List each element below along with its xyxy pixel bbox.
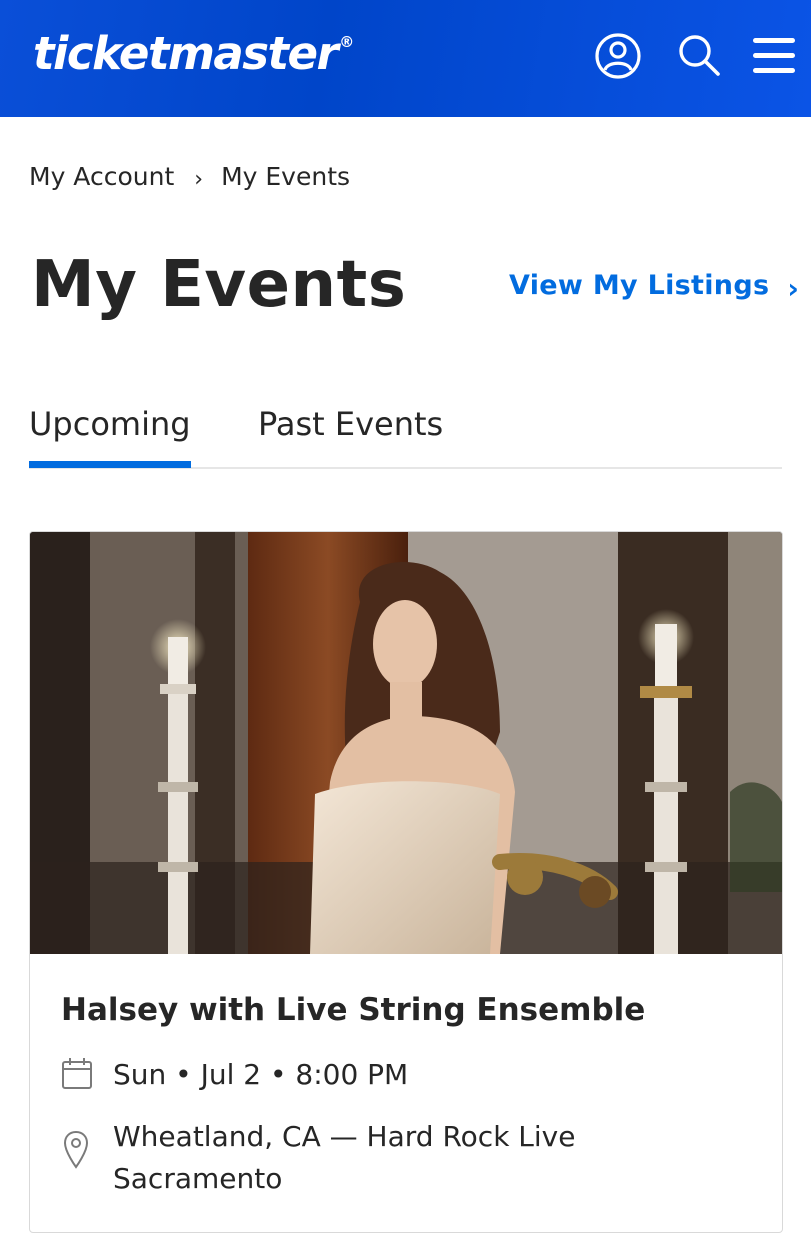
registered-mark: ® bbox=[339, 33, 354, 51]
search-icon[interactable] bbox=[673, 30, 725, 82]
breadcrumb-my-account[interactable]: My Account bbox=[29, 162, 174, 191]
page-title: My Events bbox=[31, 248, 407, 322]
ticketmaster-logo[interactable]: ticketmaster ® bbox=[33, 27, 354, 80]
event-date: Sun • Jul 2 • 8:00 PM bbox=[113, 1058, 409, 1091]
logo-text: ticketmaster bbox=[33, 27, 339, 80]
menu-icon[interactable] bbox=[748, 30, 800, 82]
event-title[interactable]: Halsey with Live String Ensemble bbox=[61, 992, 645, 1028]
event-tabs: Upcoming Past Events bbox=[29, 405, 782, 469]
tab-upcoming[interactable]: Upcoming bbox=[29, 405, 191, 468]
location-pin-icon bbox=[63, 1130, 89, 1169]
event-venue: Wheatland, CA — Hard Rock Live Sacrament… bbox=[113, 1120, 576, 1195]
breadcrumb-chevron-icon: › bbox=[194, 167, 204, 192]
view-my-listings-link[interactable]: View My Listings › bbox=[509, 269, 800, 305]
calendar-icon bbox=[62, 1058, 92, 1089]
account-icon[interactable] bbox=[592, 30, 644, 82]
top-navigation-bar: ticketmaster ® bbox=[0, 0, 811, 117]
event-card[interactable]: Halsey with Live String Ensemble Sun • J… bbox=[29, 531, 783, 1233]
chevron-right-icon: › bbox=[787, 272, 800, 305]
breadcrumb-my-events[interactable]: My Events bbox=[221, 162, 350, 191]
tab-past-events[interactable]: Past Events bbox=[258, 405, 443, 465]
breadcrumb: My Account › My Events bbox=[29, 162, 350, 192]
event-image[interactable] bbox=[30, 532, 782, 954]
view-my-listings-label: View My Listings bbox=[509, 270, 770, 301]
